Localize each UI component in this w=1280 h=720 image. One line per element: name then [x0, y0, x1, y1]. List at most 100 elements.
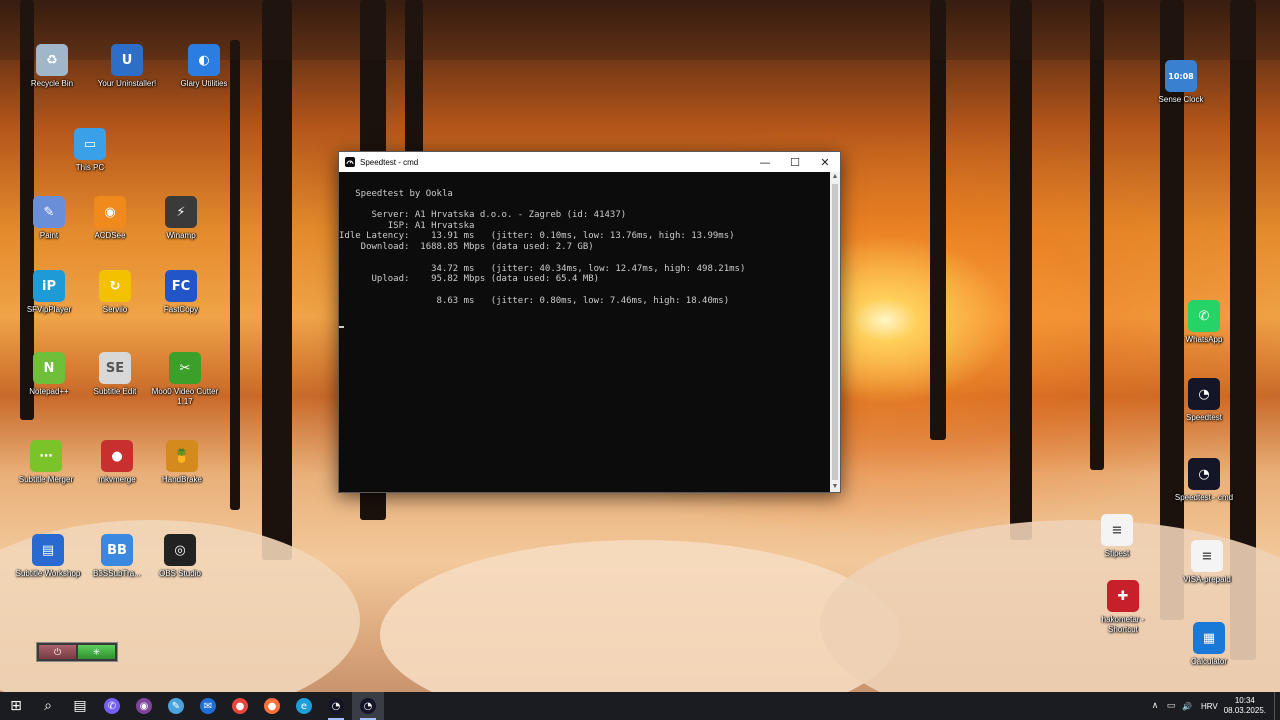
notepad-icon: ✎ — [168, 698, 184, 714]
desktop-icon-speedtest[interactable]: ◔ Speedtest — [1169, 378, 1239, 423]
console-line: Download: 1688.85 Mbps (data used: 2.7 G… — [339, 242, 594, 253]
desktop-icon-label: Recycle Bin — [30, 79, 74, 88]
desktop-icon-label: ACDSee — [94, 231, 126, 240]
desktop-icon-label: OBS Studio — [159, 569, 201, 578]
desktop-icon-moo0-video-cutter-1-17[interactable]: ✂ Moo0 Video Cutter 1.17 — [150, 352, 220, 407]
desktop-icon-subtitle-merger[interactable]: ⋯ Subtitle Merger — [11, 440, 81, 485]
desktop-icon-label: WhatsApp — [1185, 335, 1223, 344]
desktop-icon-calculator[interactable]: ▦ Calculator — [1174, 622, 1244, 667]
taskbar-notepad-button[interactable]: ✎ — [160, 692, 192, 720]
desktop-icon-fastcopy[interactable]: FC FastCopy — [146, 270, 216, 315]
desktop-icon-label: Paint — [39, 231, 59, 240]
clock[interactable]: 10:34 08.03.2025. — [1224, 696, 1266, 716]
console-line: ISP: A1 Hrvatska — [339, 220, 475, 231]
clock-time: 10:34 — [1234, 696, 1255, 705]
console-output[interactable]: Speedtest by Ookla Server: A1 Hrvatska d… — [339, 172, 830, 492]
tray-chevron-icon[interactable]: ∧ — [1147, 701, 1163, 711]
console-line: 34.72 ms (jitter: 40.34ms, low: 12.47ms,… — [339, 263, 746, 274]
desktop-icon-whatsapp[interactable]: ✆ WhatsApp — [1169, 300, 1239, 345]
taskbar-thunderbird-button[interactable]: ✉ — [192, 692, 224, 720]
close-button[interactable]: ✕ — [810, 152, 840, 172]
desktop-icon-sfvipplayer[interactable]: iP SFVipPlayer — [14, 270, 84, 315]
search-icon: ⌕ — [44, 698, 52, 714]
scroll-up-icon[interactable]: ▲ — [830, 172, 840, 182]
desktop-icon-label: Moo0 Video Cutter 1.17 — [151, 387, 219, 406]
scrollbar-thumb[interactable] — [832, 184, 838, 480]
language-indicator[interactable]: HRV — [1201, 702, 1218, 711]
desktop-icon-glary-utilities[interactable]: ◐ Glary Utilities — [169, 44, 239, 89]
desktop-icon-subtitle-edit[interactable]: SE Subtitle Edit — [80, 352, 150, 397]
desktop-icon-this-pc[interactable]: ▭ This PC — [55, 128, 125, 173]
start-icon: ⊞ — [10, 698, 22, 714]
desktop-icon-label: Subtitle Edit — [93, 387, 137, 396]
taskbar-start-button[interactable]: ⊞ — [0, 692, 32, 720]
fastcopy-icon: FC — [165, 270, 197, 302]
desktop-icon-hakometar-shortcut[interactable]: ✚ hakometar - Shortcut — [1088, 580, 1158, 635]
desktop-icon-recycle-bin[interactable]: ♻ Recycle Bin — [17, 44, 87, 89]
sense-clock-icon: 10:08 — [1165, 60, 1197, 92]
taskbar-speedtest-button[interactable]: ◔ — [320, 692, 352, 720]
notepad-icon: N — [33, 352, 65, 384]
power-status-icon[interactable]: ✳ — [78, 645, 115, 659]
network-icon[interactable]: ▭ — [1163, 701, 1179, 711]
vertical-scrollbar[interactable]: ▲ ▼ — [830, 172, 840, 492]
taskbar-search-button[interactable]: ⌕ — [32, 692, 64, 720]
desktop-icon-obs-studio[interactable]: ◎ OBS Studio — [145, 534, 215, 579]
console-line: Speedtest by Ookla — [339, 188, 453, 199]
minimize-button[interactable]: — — [750, 152, 780, 172]
cmd-titlebar[interactable]: Speedtest - cmd — ☐ ✕ — [339, 152, 840, 172]
desktop-icon-handbrake[interactable]: 🍍 HandBrake — [147, 440, 217, 485]
cmd-window[interactable]: Speedtest - cmd — ☐ ✕ Speedtest by Ookla… — [338, 151, 841, 493]
desktop-icon-stipest[interactable]: ≡ Stipest — [1082, 514, 1152, 559]
text-cursor — [339, 325, 344, 328]
scroll-down-icon[interactable]: ▼ — [830, 482, 840, 492]
desktop-icon-label: Winamp — [166, 231, 196, 240]
clock-date: 08.03.2025. — [1223, 706, 1266, 715]
window-title: Speedtest - cmd — [360, 157, 419, 167]
show-desktop-button[interactable] — [1274, 692, 1280, 720]
taskbar-edge-button[interactable]: e — [288, 692, 320, 720]
desktop-icon-mkvmerge[interactable]: ● mkvmerge — [82, 440, 152, 485]
desktop-icon-paint[interactable]: ✎ Paint — [14, 196, 84, 241]
desktop-icon-speedtest-cmd[interactable]: ◔ Speedtest - cmd — [1169, 458, 1239, 503]
desktop-icon-subtitle-workshop[interactable]: ▤ Subtitle Workshop — [13, 534, 83, 579]
taskbar-task-manager-button[interactable]: ▤ — [64, 692, 96, 720]
glary-utilities-icon: ◐ — [188, 44, 220, 76]
desktop-icon-your-uninstaller[interactable]: U Your Uninstaller! — [92, 44, 162, 89]
system-tray: ∧ ▭ 🔊 HRV 10:34 08.03.2025. — [1147, 692, 1280, 720]
paint-icon: ✎ — [33, 196, 65, 228]
taskbar-chrome-button[interactable]: ● — [224, 692, 256, 720]
desktop-icon-serviio[interactable]: ↻ Serviio — [80, 270, 150, 315]
desktop-icon-b3ssubtra[interactable]: BB B3SSubTra... — [82, 534, 152, 579]
whatsapp-icon: ✆ — [1188, 300, 1220, 332]
console-line: Server: A1 Hrvatska d.o.o. - Zagreb (id:… — [339, 210, 627, 221]
this-pc-icon: ▭ — [74, 128, 106, 160]
desktop-icon-label: hakometar - Shortcut — [1101, 615, 1145, 634]
taskbar-firefox-button[interactable]: ● — [256, 692, 288, 720]
speedtest-cmd-icon: ◔ — [360, 698, 376, 714]
edge-icon: e — [296, 698, 312, 714]
viber-icon: ✆ — [104, 698, 120, 714]
taskbar-tor-button[interactable]: ◉ — [128, 692, 160, 720]
visa-prepaid-icon: ≡ — [1191, 540, 1223, 572]
desktop-icon-winamp[interactable]: ⚡ Winamp — [146, 196, 216, 241]
taskbar-viber-button[interactable]: ✆ — [96, 692, 128, 720]
taskbar-speedtest-cmd-button[interactable]: ◔ — [352, 692, 384, 720]
taskbar: ⊞ ⌕ ▤ ✆ ◉ ✎ ✉ ● ● e ◔ ◔ ∧ ▭ 🔊 HRV 10:34 08.03.2025. — [0, 692, 1280, 720]
desktop-icon-visa-prepaid[interactable]: ≡ VISA-prepaid — [1172, 540, 1242, 585]
desktop-icon-sense-clock[interactable]: 10:08 Sense Clock — [1146, 60, 1216, 105]
maximize-button[interactable]: ☐ — [780, 152, 810, 172]
desktop-icon-acdsee[interactable]: ◉ ACDSee — [75, 196, 145, 241]
power-off-icon[interactable]: ⏻ — [39, 645, 76, 659]
desktop-icon-notepad[interactable]: N Notepad++ — [14, 352, 84, 397]
volume-icon[interactable]: 🔊 — [1179, 702, 1195, 711]
subtitle-edit-icon: SE — [99, 352, 131, 384]
desktop-icon-label: VISA-prepaid — [1183, 575, 1231, 584]
serviio-icon: ↻ — [99, 270, 131, 302]
desktop-icon-label: Your Uninstaller! — [97, 79, 157, 88]
power-widget[interactable]: ⏻ ✳ — [36, 642, 118, 662]
